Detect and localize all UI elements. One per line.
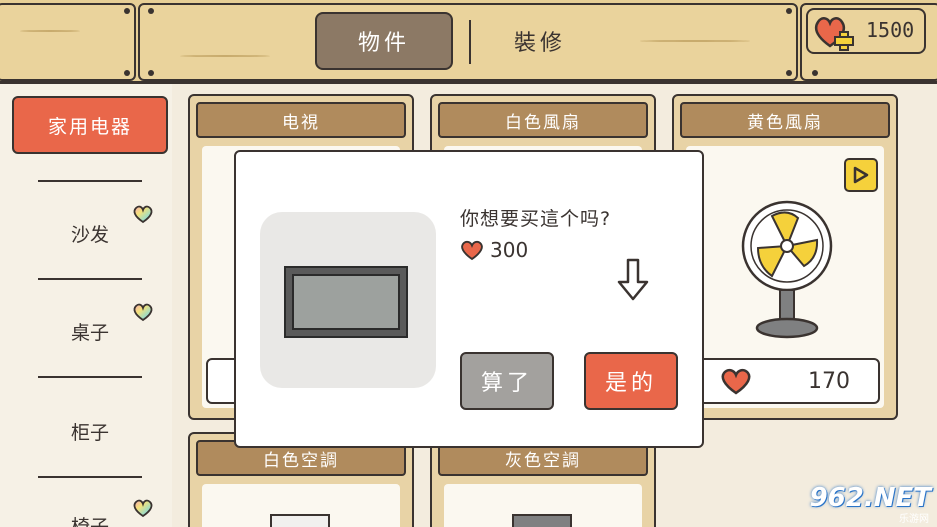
white-ac-icon [270, 514, 330, 527]
nail [812, 70, 818, 76]
item-preview [260, 212, 436, 388]
category-chair[interactable]: 椅子 [38, 512, 142, 527]
tv-icon [284, 266, 408, 338]
gray-ac-icon [512, 514, 572, 527]
dialog-question: 你想要买這个吗? [460, 208, 612, 230]
item-card-yellow-fan[interactable]: 黄色風扇 170 [672, 94, 898, 420]
cancel-button[interactable]: 算了 [460, 352, 554, 410]
arrow-down-icon [617, 258, 649, 301]
category-sidebar: 家用电器 沙发 桌子 柜子 椅子 [0, 84, 172, 527]
wood-plank [0, 3, 136, 81]
rainbow-heart-icon [133, 499, 153, 518]
category-sofa[interactable]: 沙发 [38, 220, 142, 247]
tv-screen [292, 274, 400, 330]
tab-decoration[interactable]: 裝修 [475, 12, 605, 70]
nail [148, 70, 154, 76]
nail [786, 70, 792, 76]
divider [38, 180, 142, 182]
wood-grain [640, 40, 750, 42]
divider [38, 278, 142, 280]
nail [148, 8, 154, 14]
price-box[interactable]: 170 [690, 358, 880, 404]
tab-divider [469, 20, 471, 64]
divider [38, 376, 142, 378]
dialog-price: 300 [460, 238, 528, 262]
price-value: 170 [808, 368, 850, 394]
watermark-logo: 962.NET [809, 483, 931, 513]
purchase-dialog: 你想要买這个吗? 300 算了 是的 [234, 150, 704, 448]
category-cabinet[interactable]: 柜子 [38, 418, 142, 445]
heart-plus-icon [814, 17, 854, 51]
item-title: 白色風扇 [438, 102, 648, 138]
confirm-button[interactable]: 是的 [584, 352, 678, 410]
wood-grain [20, 30, 80, 32]
top-bar: 物件 裝修 1500 [0, 0, 937, 84]
item-title: 黄色風扇 [680, 102, 890, 138]
heart-icon [461, 240, 483, 261]
hearts-counter[interactable]: 1500 [806, 8, 926, 54]
watermark-sub: 乐游网 [899, 514, 929, 525]
wood-grain [180, 55, 270, 57]
dialog-price-value: 300 [490, 238, 529, 262]
rainbow-heart-icon [133, 303, 153, 322]
item-title: 电視 [196, 102, 406, 138]
rainbow-heart-icon [133, 205, 153, 224]
nail [124, 8, 130, 14]
divider [38, 476, 142, 478]
nail [124, 70, 130, 76]
category-home-appliances[interactable]: 家用电器 [12, 96, 168, 154]
hearts-value: 1500 [866, 18, 915, 42]
tab-items[interactable]: 物件 [315, 12, 453, 70]
category-table[interactable]: 桌子 [38, 318, 142, 345]
nail [786, 8, 792, 14]
video-play-icon[interactable] [844, 158, 878, 192]
wood-plank [138, 3, 798, 81]
yellow-fan-icon [741, 200, 833, 339]
heart-icon [721, 368, 751, 395]
